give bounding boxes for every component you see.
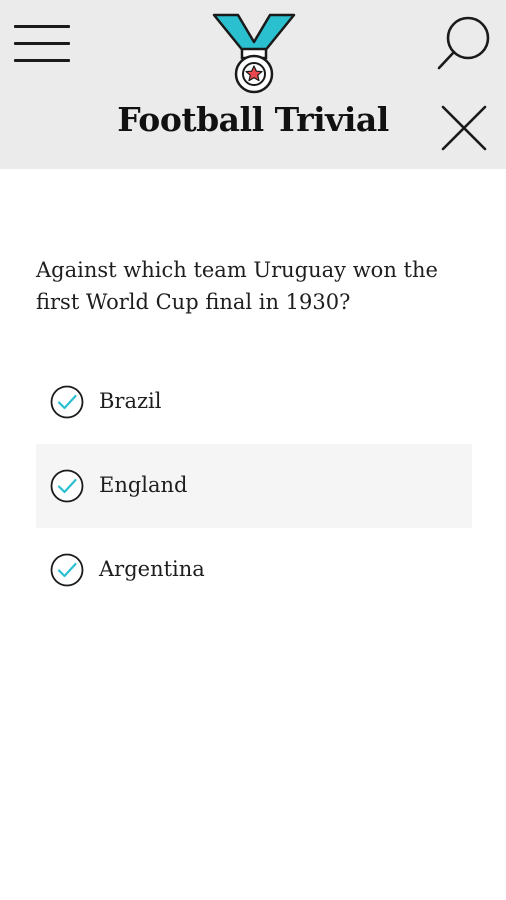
answer-option-brazil[interactable]: Brazil xyxy=(36,360,472,444)
question-text: Against which team Uruguay won the first… xyxy=(36,258,438,314)
search-icon xyxy=(437,16,490,70)
answer-list: Brazil England Argentina xyxy=(36,360,472,612)
answer-label: Argentina xyxy=(99,557,205,581)
medal-icon xyxy=(212,12,296,94)
check-circle-icon xyxy=(50,553,84,587)
answer-option-argentina[interactable]: Argentina xyxy=(36,528,472,612)
check-circle-icon xyxy=(50,385,84,419)
answer-option-england[interactable]: England xyxy=(36,444,472,528)
answer-label: England xyxy=(99,473,188,497)
close-icon xyxy=(441,105,487,151)
check-circle-icon xyxy=(50,469,84,503)
app-header: Football Trivial xyxy=(0,0,506,169)
search-button[interactable] xyxy=(434,12,494,72)
answer-label: Brazil xyxy=(99,389,162,413)
menu-button[interactable] xyxy=(14,22,70,62)
close-button[interactable] xyxy=(440,104,488,152)
page-title: Football Trivial xyxy=(117,100,389,139)
